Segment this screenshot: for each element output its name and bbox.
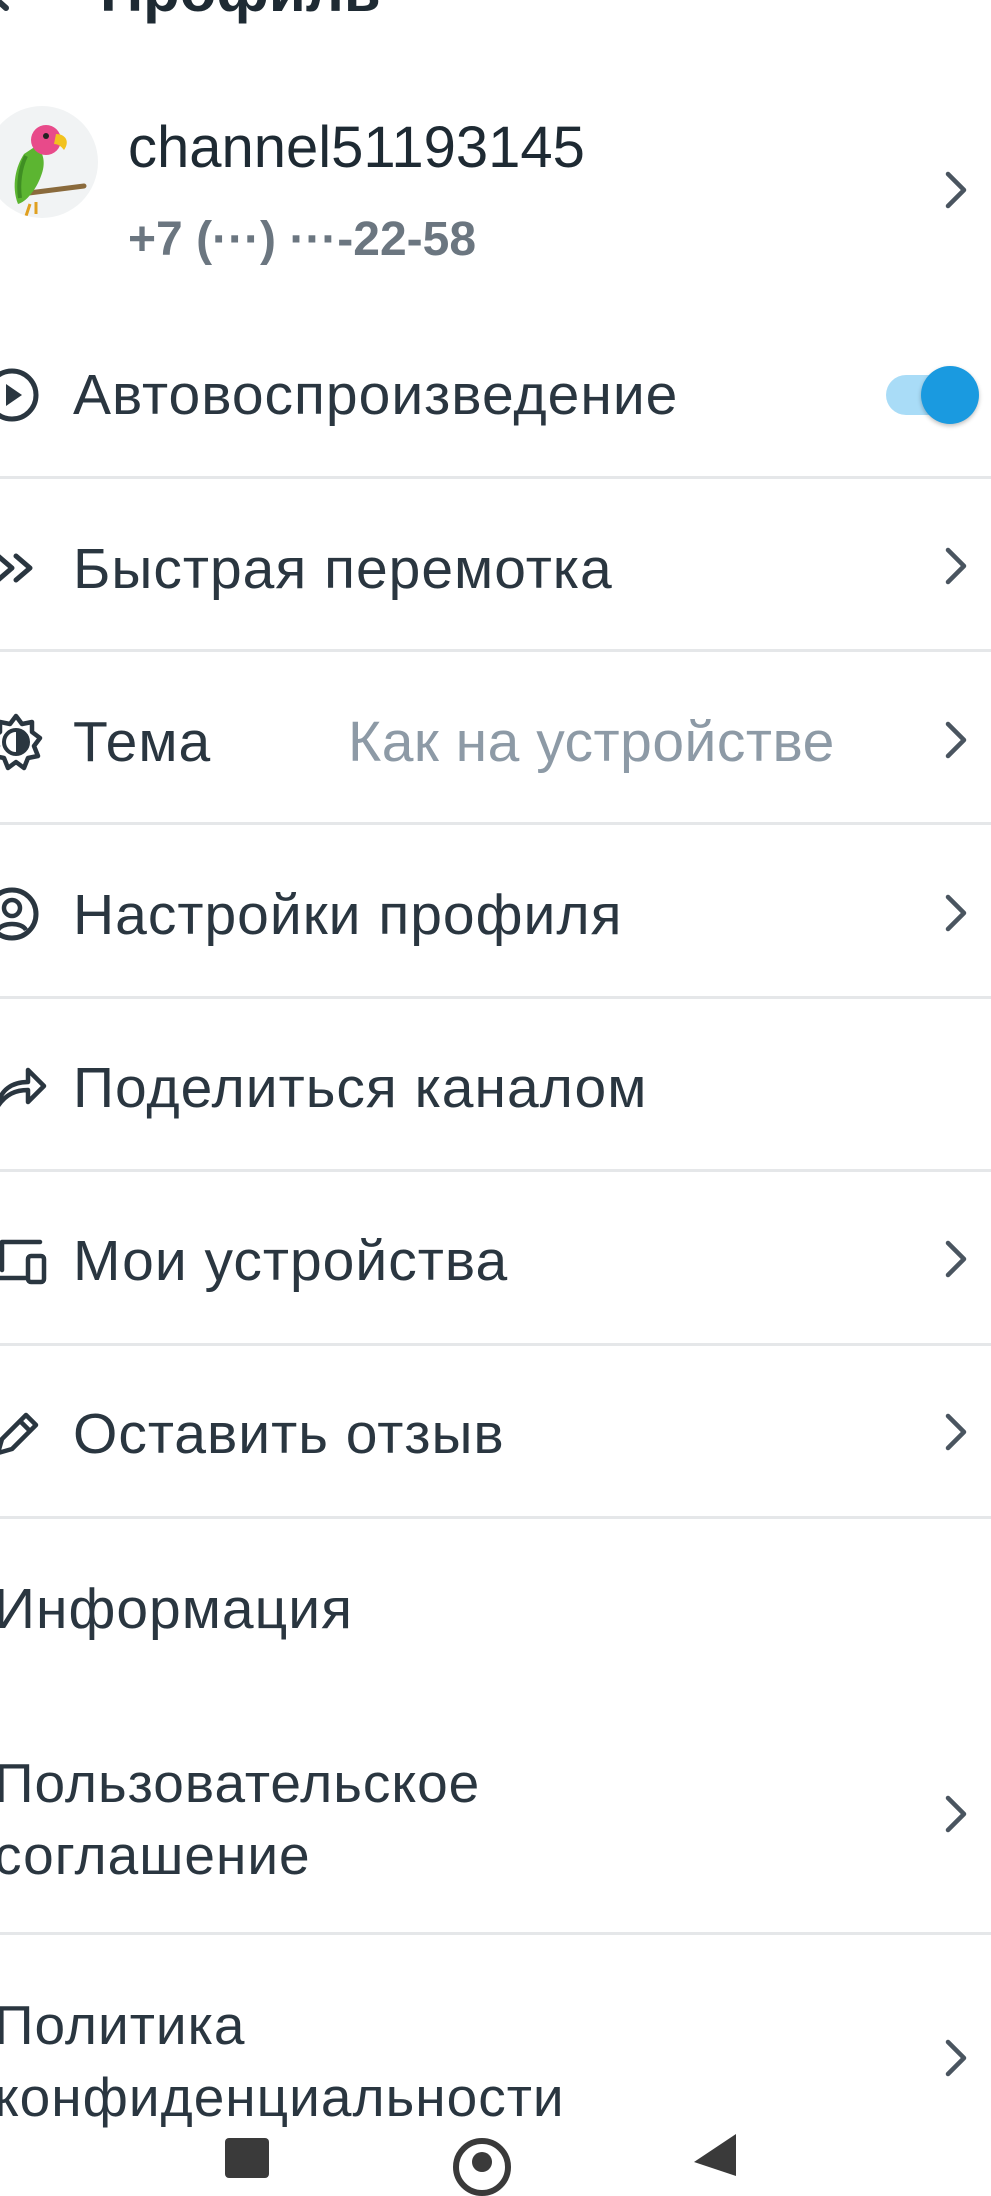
profile-settings-label: Настройки профиля (73, 883, 623, 947)
feedback-label: Оставить отзыв (73, 1402, 505, 1466)
pencil-icon (0, 1405, 42, 1466)
profile-username: channel51193145 (128, 115, 585, 180)
theme-label: Тема (73, 710, 212, 774)
divider (0, 476, 991, 479)
profile-chevron (944, 170, 968, 215)
page-title: Профиль (100, 0, 381, 25)
feedback-chevron (944, 1412, 968, 1457)
share-channel-label: Поделиться каналом (73, 1056, 648, 1120)
fast-forward-icon (0, 548, 44, 593)
devices-icon (0, 1234, 52, 1295)
theme-gear-icon (0, 712, 46, 777)
home-button-dot (472, 2152, 492, 2172)
my-devices-label: Мои устройства (73, 1229, 509, 1293)
recents-button[interactable] (225, 2138, 269, 2178)
user-agreement-chevron (944, 1794, 968, 1839)
divider (0, 822, 991, 825)
fast-forward-chevron (944, 546, 968, 591)
back-button[interactable] (0, 0, 50, 17)
user-agreement-line2: соглашение (0, 1824, 311, 1886)
user-agreement-line1: Пользовательское (0, 1752, 481, 1814)
chevron-right-icon (945, 894, 967, 932)
theme-value: Как на устройстве (348, 710, 835, 774)
user-circle-icon (0, 884, 44, 949)
play-circle-icon (0, 365, 44, 430)
profile-settings-chevron (944, 893, 968, 938)
share-icon (0, 1062, 48, 1117)
profile-phone: +7 (···) ···-22-58 (128, 213, 477, 266)
privacy-policy-line1: Политика (0, 1994, 246, 2056)
back-nav-button[interactable] (690, 2132, 740, 2181)
divider (0, 1343, 991, 1346)
divider (0, 996, 991, 999)
back-arrow-icon (0, 0, 9, 11)
divider (0, 1516, 991, 1519)
divider (0, 649, 991, 652)
divider (0, 1169, 991, 1172)
back-triangle-icon (694, 2134, 736, 2176)
chevron-right-icon (945, 1240, 967, 1278)
autoplay-label: Автовоспроизведение (73, 363, 679, 427)
fast-forward-label: Быстрая перемотка (73, 537, 613, 601)
privacy-policy-chevron (944, 2038, 968, 2083)
autoplay-toggle-thumb[interactable] (921, 366, 979, 424)
privacy-policy-line2: конфиденциальности (0, 2066, 565, 2128)
theme-chevron (944, 720, 968, 765)
my-devices-chevron (944, 1239, 968, 1284)
info-section-title: Информация (0, 1577, 353, 1641)
chevron-right-icon (945, 1795, 967, 1833)
chevron-right-icon (945, 2039, 967, 2077)
chevron-right-icon (945, 547, 967, 585)
chevron-right-icon (945, 171, 967, 209)
chevron-right-icon (945, 721, 967, 759)
divider (0, 1932, 991, 1935)
chevron-right-icon (945, 1413, 967, 1451)
